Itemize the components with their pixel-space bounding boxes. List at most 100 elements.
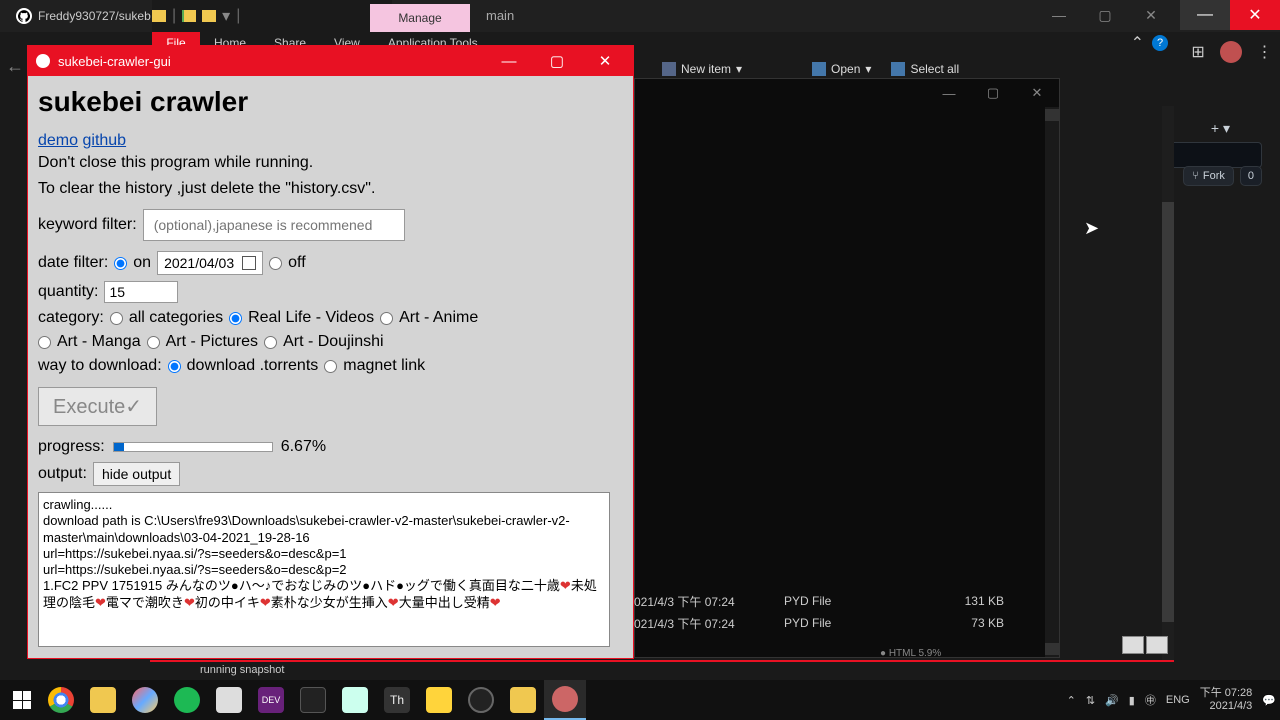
input-icon[interactable]: ㊥ [1145,692,1156,708]
terminal-window: — ▢ ✕ [634,78,1060,658]
progress-bar [113,442,273,452]
output-textarea[interactable]: crawling...... download path is C:\Users… [38,492,610,647]
crawler-titlebar[interactable]: sukebei-crawler-gui — ▢ ✕ [28,46,633,76]
page-scrollbar[interactable] [1162,106,1174,660]
minimize-button[interactable]: — [489,46,529,76]
clock[interactable]: 下午 07:28 2021/4/3 [1200,687,1253,713]
back-arrow-icon[interactable]: ← [6,56,24,77]
cat-real-radio[interactable] [229,312,242,325]
file-row[interactable]: 021/4/3 下午 07:24 PYD File 131 KB [634,590,1054,612]
notifications-icon[interactable]: 💬 [1262,694,1276,707]
select-all-icon [891,62,905,76]
cat-pictures-radio[interactable] [147,336,160,349]
maximize-button[interactable]: ▢ [1082,0,1128,30]
hide-output-button[interactable]: hide output [93,462,180,486]
taskbar-app-dev[interactable]: DEV [250,680,292,720]
taskbar-app-paint[interactable] [124,680,166,720]
file-list: 021/4/3 下午 07:24 PYD File 131 KB 021/4/3… [634,590,1054,634]
taskbar-app-explorer2[interactable] [502,680,544,720]
manage-tab[interactable]: Manage [370,4,470,32]
taskbar-app-chrome[interactable] [40,680,82,720]
maximize-button[interactable]: ▢ [537,46,577,76]
progress-label: progress: [38,438,105,456]
ribbon-chevron-icon[interactable]: ⌃ [1131,33,1144,53]
page-title: sukebei crawler [38,86,623,118]
file-row[interactable]: 021/4/3 下午 07:24 PYD File 73 KB [634,612,1054,634]
info-text: To clear the history ,just delete the "h… [38,178,623,200]
cat-manga-radio[interactable] [38,336,51,349]
system-tray: ⌃ ⇅ 🔊 ▮ ㊥ ENG 下午 07:28 2021/4/3 💬 [1067,680,1276,720]
minimize-button[interactable]: — [1036,0,1082,30]
menu-icon[interactable]: ⋮ [1257,42,1273,62]
close-button[interactable]: ✕ [585,46,625,76]
taskbar-app-mail[interactable] [208,680,250,720]
help-icon[interactable]: ? [1152,35,1168,51]
collections-icon[interactable]: ⊞ [1191,42,1204,62]
icons-view-button[interactable] [1146,636,1168,654]
close-button[interactable]: ✕ [1015,79,1059,107]
open-button[interactable]: Open▾ [812,62,871,76]
taskbar-app-notepadpp[interactable] [334,680,376,720]
folder-icon [152,10,166,22]
folder-check-icon[interactable] [182,10,196,22]
calendar-icon[interactable] [242,256,256,270]
browser-tab[interactable]: Freddy930727/sukeb [8,8,159,24]
taskbar-app-obs[interactable] [460,680,502,720]
open-icon [812,62,826,76]
edge-window-controls: — ✕ [1180,0,1280,30]
folder-icon[interactable] [202,10,216,22]
close-button[interactable]: ✕ [1128,0,1174,30]
category-label: category: [38,309,104,327]
close-button[interactable]: ✕ [1230,0,1280,30]
window-controls: — ▢ ✕ [1036,0,1174,30]
info-text: Don't close this program while running. [38,152,623,174]
edge-toolbar-right: ⊞ ⋮ [1184,38,1280,66]
battery-icon[interactable]: ▮ [1129,694,1135,707]
github-repo-buttons: ⑂ Fork 0 [1183,166,1262,186]
taskbar-app-spotify[interactable] [166,680,208,720]
window-title: sukebei-crawler-gui [58,54,171,69]
download-label: way to download: [38,357,162,375]
date-input[interactable]: 2021/04/03 [157,251,263,275]
cat-all-radio[interactable] [110,312,123,325]
taskbar-app-python[interactable] [418,680,460,720]
maximize-button[interactable]: ▢ [971,79,1015,107]
network-icon[interactable]: ⇅ [1086,694,1095,707]
dl-magnet-radio[interactable] [324,360,337,373]
taskbar-app-th[interactable]: Th [376,680,418,720]
tray-chevron-icon[interactable]: ⌃ [1067,694,1076,707]
new-item-button[interactable]: New item▾ [662,62,742,76]
cat-doujin-radio[interactable] [264,336,277,349]
keyword-label: keyword filter: [38,216,137,234]
dl-torrents-radio[interactable] [168,360,181,373]
taskbar-app-crawler[interactable] [544,680,586,720]
cat-anime-radio[interactable] [380,312,393,325]
execute-button[interactable]: Execute✓ [38,387,157,426]
github-link[interactable]: github [82,132,126,149]
start-button[interactable] [4,682,40,718]
select-all-button[interactable]: Select all [891,62,959,76]
language-indicator[interactable]: ENG [1166,694,1190,706]
date-on-radio[interactable] [114,257,127,270]
taskbar-app-explorer[interactable] [82,680,124,720]
minimize-button[interactable]: — [927,79,971,107]
new-item-icon [662,62,676,76]
quantity-input[interactable] [104,281,178,303]
github-search[interactable] [1162,142,1262,168]
date-off-label: off [288,254,306,272]
avatar[interactable] [1220,41,1242,63]
plus-icon[interactable]: + ▾ [1211,120,1230,137]
output-label: output: [38,465,87,483]
volume-icon[interactable]: 🔊 [1105,694,1119,707]
keyword-input[interactable] [143,209,405,241]
demo-link[interactable]: demo [38,132,78,149]
crawler-window: sukebei-crawler-gui — ▢ ✕ sukebei crawle… [27,45,634,659]
fork-count: 0 [1240,166,1262,186]
details-view-button[interactable] [1122,636,1144,654]
scrollbar[interactable] [1045,107,1059,657]
minimize-button[interactable]: — [1180,0,1230,30]
cursor-icon: ➤ [1084,218,1098,238]
taskbar-app-terminal[interactable] [292,680,334,720]
date-off-radio[interactable] [269,257,282,270]
fork-button[interactable]: ⑂ Fork [1183,166,1234,186]
